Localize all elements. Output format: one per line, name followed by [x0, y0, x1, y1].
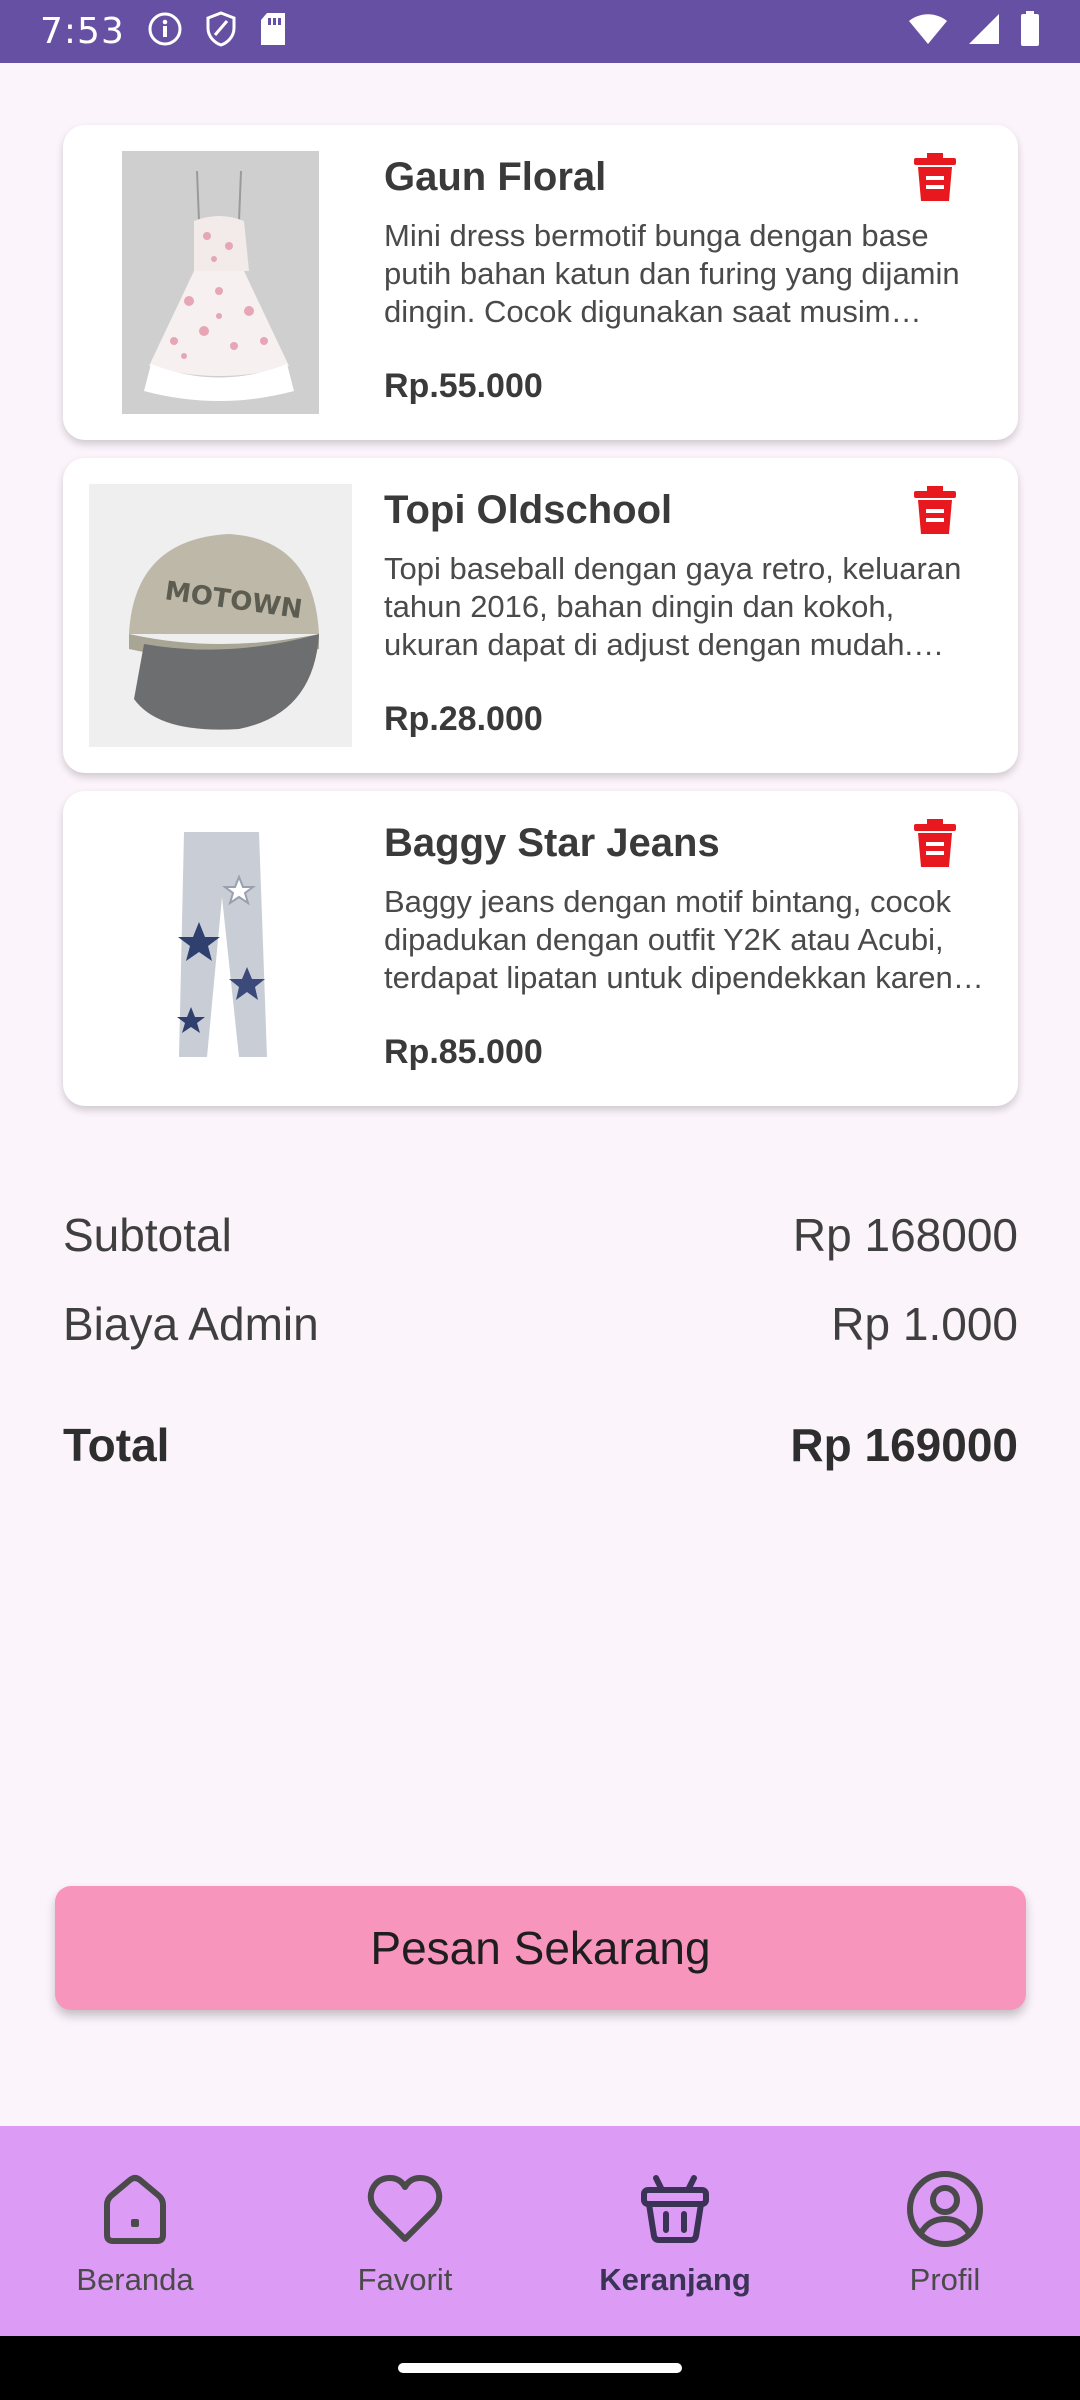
product-price: Rp.85.000 — [384, 1033, 543, 1071]
nav-item-profil[interactable]: Profil — [835, 2131, 1055, 2331]
heart-icon — [366, 2164, 444, 2254]
home-icon — [97, 2164, 173, 2254]
signal-icon — [968, 13, 1000, 50]
star-jeans-image — [89, 817, 352, 1080]
trash-icon — [913, 485, 957, 540]
system-navigation-bar — [0, 2336, 1080, 2400]
admin-fee-row: Biaya Admin Rp 1.000 — [63, 1297, 1018, 1351]
trash-icon — [913, 818, 957, 873]
profile-icon — [905, 2164, 985, 2254]
trash-icon — [913, 152, 957, 207]
delete-button[interactable] — [907, 151, 963, 207]
nav-label-profil: Profil — [909, 2262, 981, 2297]
info-icon — [147, 11, 183, 52]
delete-button[interactable] — [907, 484, 963, 540]
cart-item[interactable]: MOTOWN Topi Oldschool Topi baseball deng… — [63, 458, 1018, 773]
admin-fee-value: Rp 1.000 — [831, 1298, 1018, 1350]
delete-button[interactable] — [907, 817, 963, 873]
product-description: Mini dress bermotif bunga dengan base pu… — [384, 218, 960, 329]
admin-fee-label: Biaya Admin — [63, 1298, 319, 1350]
nav-item-beranda[interactable]: Beranda — [25, 2131, 245, 2331]
wifi-icon — [908, 13, 948, 50]
order-now-button[interactable]: Pesan Sekarang — [55, 1886, 1026, 2010]
subtotal-label: Subtotal — [63, 1209, 232, 1261]
nav-item-favorit[interactable]: Favorit — [295, 2131, 515, 2331]
product-price: Rp.28.000 — [384, 700, 543, 738]
nav-item-keranjang[interactable]: Keranjang — [565, 2131, 785, 2331]
baseball-cap-image: MOTOWN — [89, 484, 352, 747]
shield-icon — [205, 11, 237, 52]
total-row: Total Rp 169000 — [63, 1418, 1018, 1472]
cart-item[interactable]: Gaun Floral Mini dress bermotif bunga de… — [63, 125, 1018, 440]
product-name: Topi Oldschool — [384, 488, 673, 532]
status-bar: 7:53 — [0, 0, 1080, 63]
sim-card-icon — [259, 12, 287, 51]
product-description: Topi baseball dengan gaya retro, keluara… — [384, 551, 962, 662]
product-name: Baggy Star Jeans — [384, 821, 720, 865]
gesture-handle[interactable] — [398, 2363, 682, 2373]
product-price: Rp.55.000 — [384, 367, 543, 405]
nav-label-keranjang: Keranjang — [599, 2262, 751, 2297]
total-value: Rp 169000 — [790, 1419, 1018, 1471]
subtotal-value: Rp 168000 — [792, 1209, 1018, 1261]
product-description: Baggy jeans dengan motif bintang, cocok … — [384, 884, 970, 995]
subtotal-row: Subtotal Rp 168000 — [63, 1208, 1018, 1262]
bottom-navigation: Beranda Favorit Keranjang Profil — [0, 2126, 1080, 2336]
total-label: Total — [63, 1419, 170, 1471]
cart-list: Gaun Floral Mini dress bermotif bunga de… — [63, 125, 1018, 1124]
nav-label-favorit: Favorit — [357, 2262, 453, 2297]
product-name: Gaun Floral — [384, 155, 607, 199]
basket-icon — [640, 2164, 710, 2254]
battery-icon — [1020, 11, 1040, 52]
cart-item[interactable]: Baggy Star Jeans Baggy jeans dengan moti… — [63, 791, 1018, 1106]
floral-dress-image — [89, 151, 352, 414]
nav-label-beranda: Beranda — [76, 2262, 194, 2297]
status-time: 7:53 — [40, 11, 125, 52]
